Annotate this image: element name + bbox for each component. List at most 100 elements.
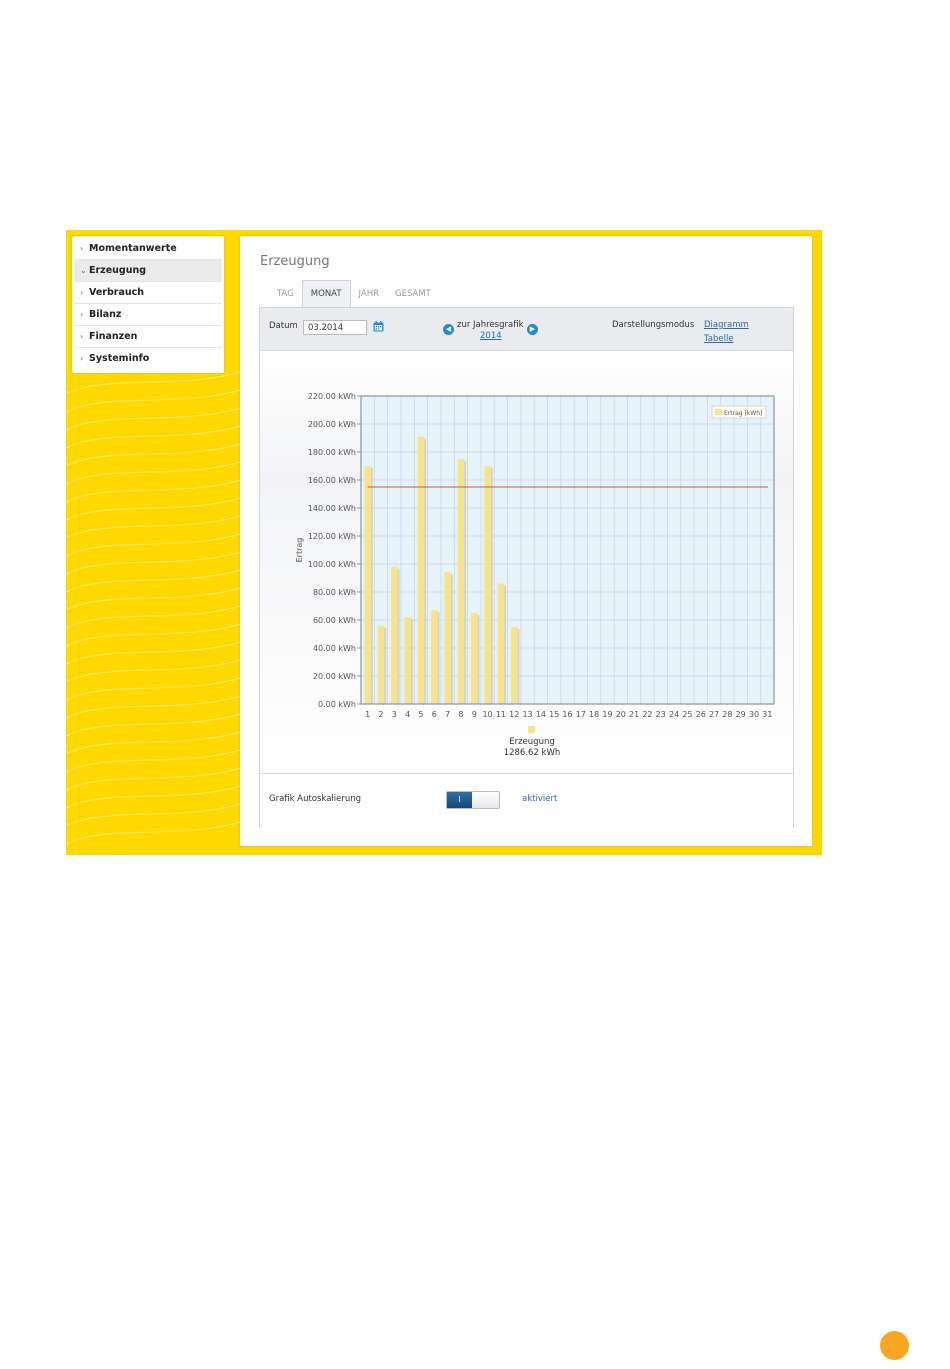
chevron-icon: › (80, 244, 84, 253)
sidebar-item-label: Verbrauch (89, 287, 145, 298)
year-link[interactable]: 2014 (480, 331, 502, 341)
sidebar-item-verbrauch[interactable]: › Verbrauch (74, 282, 222, 304)
diagram-mode-link[interactable]: Diagramm (704, 320, 749, 330)
bar (377, 625, 385, 704)
bar (510, 627, 518, 704)
sidebar-item-erzeugung[interactable]: ⌄ Erzeugung (74, 260, 222, 282)
x-tick-label: 13 (522, 710, 532, 719)
bar (497, 583, 505, 704)
wave-line (66, 803, 242, 827)
sidebar-item-label: Finanzen (89, 331, 138, 342)
y-tick-label: 100.00 kWh (308, 560, 356, 569)
wave-line (66, 461, 242, 485)
x-tick-label: 15 (549, 710, 559, 719)
autoscale-status: aktiviert (522, 794, 558, 804)
sidebar-menu: › Momentanwerte ⌄ Erzeugung › Verbrauch › Bilan… (72, 236, 224, 373)
wave-line (66, 821, 242, 845)
x-tick-label: 2 (378, 710, 383, 719)
wave-line (66, 371, 242, 395)
y-tick-label: 180.00 kWh (308, 448, 356, 457)
y-tick-label: 60.00 kWh (313, 616, 356, 625)
x-tick-label: 17 (576, 710, 586, 719)
bar (364, 466, 371, 704)
autoscale-label: Grafik Autoskalierung (269, 794, 362, 804)
wave-line (66, 695, 242, 719)
wave-line (66, 407, 242, 431)
display-mode-label: Darstellungsmodus (612, 320, 695, 330)
previous-year-icon[interactable]: ◀ (443, 324, 454, 335)
wave-line (66, 731, 242, 755)
wave-line (66, 659, 242, 683)
bar (404, 617, 411, 704)
wave-line (66, 497, 242, 521)
x-tick-label: 27 (709, 710, 719, 719)
tab-gesamt[interactable]: GESAMT (387, 280, 439, 307)
y-tick-label: 200.00 kWh (308, 420, 356, 429)
year-nav-label: zur Jahresgrafik (457, 320, 524, 330)
x-tick-label: 10 (482, 710, 492, 719)
date-field[interactable] (303, 320, 367, 335)
x-tick-label: 30 (749, 710, 759, 719)
summary-swatch (528, 726, 535, 733)
y-tick-label: 20.00 kWh (313, 672, 356, 681)
chevron-icon: › (80, 354, 84, 363)
tab-jahr[interactable]: JAHR (351, 280, 387, 307)
wave-line (66, 713, 242, 737)
y-tick-label: 220.00 kWh (308, 392, 356, 401)
sidebar-item-finanzen[interactable]: › Finanzen (74, 326, 222, 348)
y-tick-label: 0.00 kWh (318, 700, 356, 709)
wave-line (66, 569, 242, 593)
wave-line (66, 623, 242, 647)
bar (457, 459, 465, 704)
bar (431, 610, 438, 704)
wave-line (66, 479, 242, 503)
sidebar-item-systeminfo[interactable]: › Systeminfo (74, 348, 222, 369)
x-tick-label: 11 (496, 710, 506, 719)
legend-label: Ertrag [kWh] (724, 410, 762, 417)
calendar-icon[interactable] (373, 321, 384, 332)
chart-toolbar: Datum ◀ zur Jahresgrafik 2014 ▶ Darstell… (260, 308, 793, 351)
table-mode-link[interactable]: Tabelle (704, 334, 734, 344)
tab-bar: TAG MONAT JAHR GESAMT (269, 280, 439, 307)
wave-line (66, 443, 242, 467)
autoscale-row: Grafik Autoskalierung I aktiviert (260, 773, 793, 828)
autoscale-toggle[interactable]: I (446, 791, 500, 809)
y-tick-label: 160.00 kWh (308, 476, 356, 485)
chevron-icon: › (80, 332, 84, 341)
bar (470, 613, 478, 704)
x-tick-label: 6 (432, 710, 437, 719)
x-tick-label: 7 (445, 710, 450, 719)
production-bar-chart: 0.00 kWh 20.00 kWh 40.00 kWh 60.00 kWh 80.00… (295, 392, 775, 758)
chevron-icon: › (80, 288, 84, 297)
x-tick-label: 18 (589, 710, 599, 719)
bar (417, 436, 425, 704)
y-axis-label: Ertrag (295, 538, 304, 563)
x-tick-label: 9 (472, 710, 477, 719)
legend-swatch (715, 409, 722, 415)
x-tick-label: 16 (562, 710, 572, 719)
sidebar-item-label: Erzeugung (89, 265, 147, 276)
wave-line (66, 605, 242, 629)
next-year-icon[interactable]: ▶ (527, 324, 538, 335)
content-box: Datum ◀ zur Jahresgrafik 2014 ▶ Darstell… (259, 307, 794, 828)
x-tick-label: 29 (736, 710, 746, 719)
sidebar-item-bilanz[interactable]: › Bilanz (74, 304, 222, 326)
x-tick-label: 19 (602, 710, 612, 719)
y-tick-label: 80.00 kWh (313, 588, 356, 597)
tab-monat[interactable]: MONAT (301, 280, 351, 307)
x-tick-label: 20 (616, 710, 626, 719)
sidebar-item-momentanwerte[interactable]: › Momentanwerte (74, 238, 222, 260)
page-marker-dot (880, 1331, 909, 1360)
bar (484, 466, 491, 704)
wave-line (66, 551, 242, 575)
toggle-on-indicator: I (447, 792, 472, 808)
bar (444, 572, 451, 704)
y-tick-label: 140.00 kWh (308, 504, 356, 513)
page-title: Erzeugung (260, 254, 330, 269)
summary-value: 1286.62 kWh (504, 748, 561, 758)
x-tick-label: 8 (458, 710, 463, 719)
tab-tag[interactable]: TAG (269, 280, 302, 307)
chevron-icon: ⌄ (80, 266, 87, 275)
chevron-icon: › (80, 310, 84, 319)
x-tick-label: 25 (682, 710, 692, 719)
